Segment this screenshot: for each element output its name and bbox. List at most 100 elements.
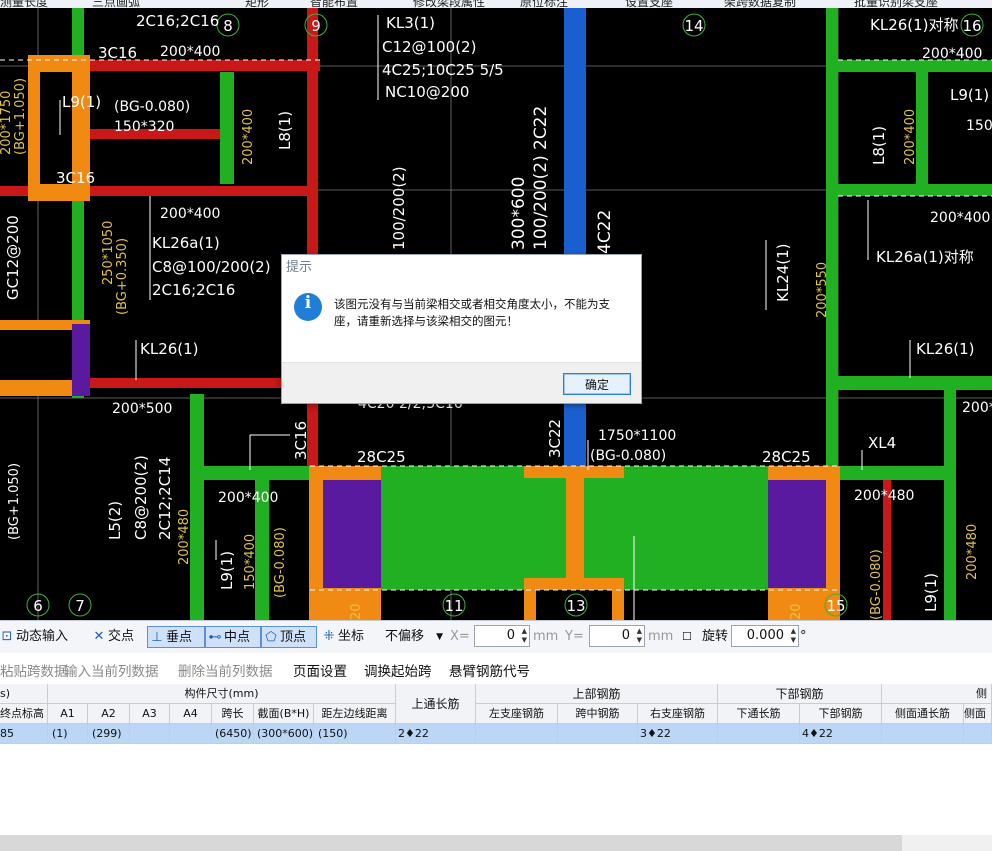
axis-9: 9 [311,17,321,35]
swap-start-span-button[interactable]: 调换起始跨 [364,660,432,680]
label-300x600: 300*600 [509,177,529,250]
y-input[interactable]: 0 ▲ ▼ [589,625,645,647]
vertex-icon: ⬠ [265,630,277,645]
degree-symbol: ° [800,629,807,644]
span-data-table: s) 构件尺寸(mm) 上通长筋 上部钢筋 下部钢筋 侧 终点标高 A1 A2 … [0,684,992,744]
input-column-button[interactable]: 输入当前列数据 [64,660,159,680]
cell-side-through[interactable] [882,724,964,744]
snap-perpendicular[interactable]: ⊥ 垂点 [147,626,205,648]
rotate-spin-icon[interactable]: ▲ ▼ [791,627,796,645]
label-c8-200: C8@200(2) [132,455,150,540]
snap-coordinate-label: 坐标 [338,629,365,644]
axis-13: 13 [566,597,585,615]
label-bg-1050: (BG+1.050) [13,78,28,155]
col-mid-span: 跨中钢筋 [558,704,638,724]
label-left-100-200: 100/200(2) [390,166,408,250]
cell-left-offset[interactable]: (150) [314,724,396,744]
app-window: 测量长度 三点画弧 矩形 智能布置 修改梁段属性 原位标注 设置支座 架跨数据复… [0,0,992,851]
page-setup-button[interactable]: 页面设置 [293,660,347,680]
label-2c22: 2C22 [531,106,551,150]
dialog-footer: 确定 [282,362,641,403]
label-28c25-b: 28C25 [762,448,811,466]
label-c12: C12@100(2) [382,38,476,56]
label-2c16-b: 2C16;2C16 [152,281,235,299]
dynamic-input-toggle[interactable]: ⊡ 动态输入 [0,626,68,648]
cell-bottom-through[interactable] [718,724,800,744]
label-3c22: 3C22 [546,419,564,458]
label-200x480-b: 200*480 [965,524,980,580]
axis-6: 6 [33,597,43,615]
x-spin-icon[interactable]: ▲ ▼ [522,627,527,645]
paste-span-button[interactable]: 粘贴跨数据 [0,660,68,680]
label-200x400-b: 200*400 [160,206,220,222]
snap-vertex[interactable]: ⬠ 顶点 [261,626,317,648]
label-28c25-a: 28C25 [357,448,406,466]
snap-toolbar: ⊡ 动态输入 ✕ 交点 ⊥ 垂点 ⊷ 中点 ⬠ 顶点 ⁜ 坐标 不偏移 ▼ X= 0 ▲ ▼ mm… [0,620,992,653]
y-spin-icon[interactable]: ▲ ▼ [637,627,642,645]
offset-select-value: 不偏移 [385,629,425,644]
label-kl26-a: KL26(1) [140,340,199,358]
perpendicular-icon: ⊥ [151,630,163,645]
midpoint-icon: ⊷ [208,630,222,645]
offset-select[interactable]: 不偏移 ▼ [385,626,445,648]
label-l8-r: L8(1) [870,126,888,165]
cell-side[interactable] [964,724,992,744]
rotate-checkbox[interactable]: ☐ [682,626,692,648]
label-kl3: KL3(1) [386,14,435,32]
cell-a1[interactable]: (1) [48,724,88,744]
info-icon: i [294,293,322,321]
cell-top-through[interactable]: 2♦22 [396,724,476,744]
rotate-input[interactable]: 0.000 ▲ ▼ [731,625,799,647]
cell-right-support[interactable]: 3♦22 [638,724,718,744]
cell-section[interactable]: (300*600) [254,724,314,744]
label-200x1750: 200*1750 [0,91,14,155]
label-bg-350: (BG+0.350) [115,238,130,315]
axis-8: 8 [223,17,233,35]
label-1750x1100: 1750*1100 [598,428,676,444]
col-side-through: 侧面通长筋 [882,704,964,724]
cell-end-elevation[interactable]: 85 [0,724,48,744]
cell-a4[interactable] [170,724,212,744]
label-3c16-v: 3C16 [292,421,310,460]
col-a2: A2 [88,704,130,724]
snap-intersection[interactable]: ✕ 交点 [92,626,134,648]
label-bg-080-a: (BG-0.080) [114,99,190,115]
delete-column-button[interactable]: 删除当前列数据 [178,660,273,680]
col-a3: A3 [130,704,170,724]
label-4c22: 4C22 [595,210,615,254]
ok-button[interactable]: 确定 [563,373,631,395]
header-group-side: 侧 [882,684,992,704]
cell-bottom-bars[interactable]: 4♦22 [800,724,882,744]
axis-15: 15 [826,597,845,615]
label-kl26a-sym: KL26a(1)对称 [876,248,974,266]
snap-perpendicular-label: 垂点 [166,630,193,645]
label-200x400-c: 200*400 [922,46,982,62]
cantilever-code-button[interactable]: 悬臂钢筋代号 [449,660,530,680]
label-l8: L8(1) [276,111,294,150]
label-2c16-top: 2C16;2C16 [136,12,219,30]
header-group-bottom-bars: 下部钢筋 [718,684,882,704]
col-a4: A4 [170,704,212,724]
x-input[interactable]: 0 ▲ ▼ [474,625,530,647]
horizontal-scrollbar[interactable] [0,835,992,851]
snap-coordinate[interactable]: ⁜ 坐标 [322,626,364,648]
label-200x500: 200*500 [112,401,172,417]
label-200x-r: 200* [962,400,992,416]
x-label: X= [450,629,470,644]
label-kl26-b: KL26(1) [916,340,975,358]
span-command-bar: 粘贴跨数据 输入当前列数据 删除当前列数据 页面设置 调换起始跨 悬臂钢筋代号 [0,653,992,684]
scrollbar-thumb[interactable] [902,835,992,851]
cell-a3[interactable] [130,724,170,744]
cell-span-length[interactable]: (6450) [212,724,254,744]
snap-midpoint[interactable]: ⊷ 中点 [205,626,261,648]
label-kl26a: KL26a(1) [152,234,220,252]
label-150-r: 150 [966,118,992,134]
snap-intersection-label: 交点 [108,629,135,644]
col-section: 截面(B*H) [254,704,314,724]
cell-a2[interactable]: (299) [88,724,130,744]
col-left-support: 左支座钢筋 [476,704,558,724]
rotate-value: 0.000 [746,628,784,643]
cell-left-support[interactable] [476,724,558,744]
dynamic-input-icon: ⊡ [1,629,13,644]
cell-mid-span[interactable] [558,724,638,744]
